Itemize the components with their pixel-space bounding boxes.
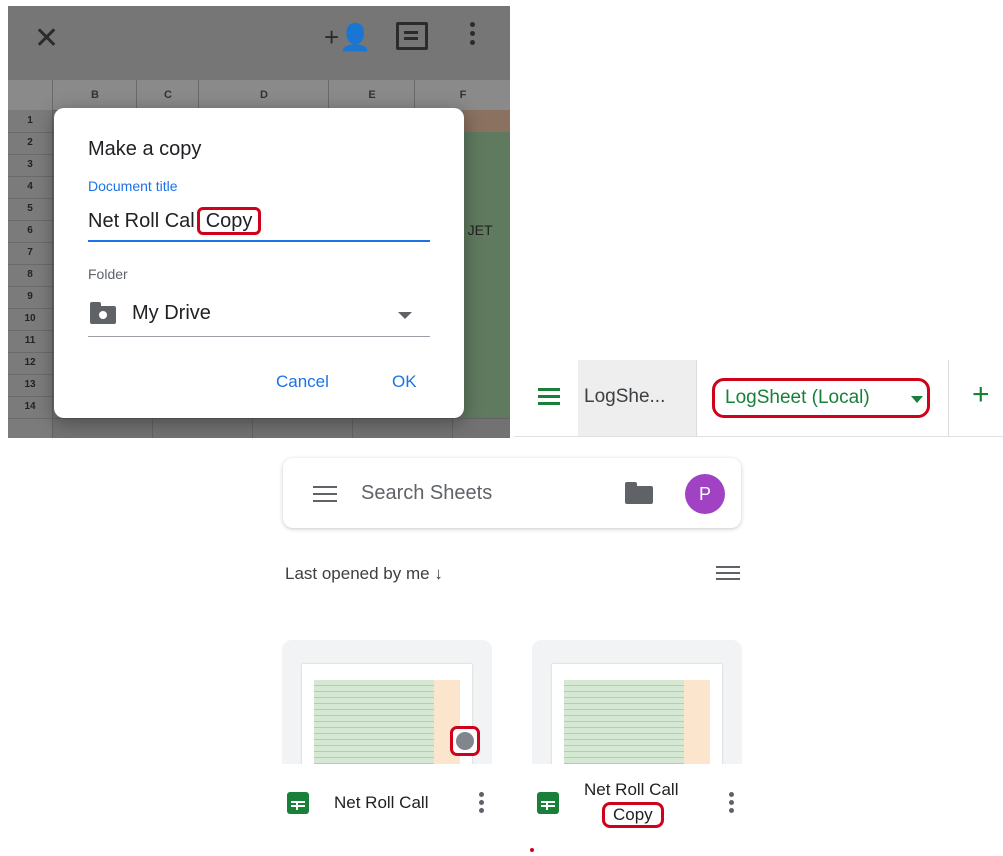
comment-icon[interactable] [396,22,428,50]
add-person-icon[interactable]: +👤 [324,24,372,50]
sheet-tab-label: LogShe... [584,386,666,407]
row-header: 4 [8,176,52,199]
document-title-label: Document title [88,178,178,194]
add-sheet-button[interactable]: + [972,380,990,410]
row-header: 11 [8,330,52,353]
column-header: B [52,80,137,110]
menu-icon[interactable] [313,486,337,507]
file-name[interactable]: Net Roll Call [334,793,428,813]
row-header: 12 [8,352,52,375]
folder-icon[interactable] [625,482,653,504]
divider [948,360,949,436]
sheet-tab-label: LogSheet (Local) [725,387,870,408]
sheet-tab-1[interactable]: LogShe... [578,360,697,436]
arrow-down-icon: ↓ [434,564,443,583]
title-text-highlighted: Copy [196,207,262,235]
close-icon[interactable]: ✕ [34,24,59,54]
list-view-icon[interactable] [716,566,740,584]
column-header: C [136,80,199,110]
thumbnail-fill [314,680,434,764]
dialog-title: Make a copy [88,138,202,160]
file-name-highlighted[interactable]: Copy [602,802,664,828]
sheets-file-icon [537,792,559,814]
title-text: Net Roll Cal [88,210,195,232]
column-header-row: B C D E F [8,80,510,111]
thumbnail-fill [564,680,684,764]
search-bar[interactable]: Search Sheets P [283,458,741,528]
thumbnail-fill [684,680,710,764]
annotation-dot [530,848,534,852]
ok-button[interactable]: OK [392,372,417,392]
row-header: 6 [8,220,52,243]
more-vert-icon[interactable] [479,792,484,816]
file-name[interactable]: Net Roll Call [584,780,678,800]
file-thumbnail[interactable] [532,640,742,764]
drive-folder-icon [90,302,116,324]
dropdown-arrow-icon [398,312,412,319]
column-header: E [328,80,415,110]
sort-selector[interactable]: Last opened by me ↓ [285,564,443,584]
sheet-tab-2-active[interactable]: LogSheet (Local) [712,378,930,418]
more-vert-icon[interactable] [729,792,734,816]
sheet-tabs-bar: LogShe... LogSheet (Local) + [514,360,1003,437]
row-header: 2 [8,132,52,155]
sort-label: Last opened by me [285,564,430,583]
sheets-file-icon [287,792,309,814]
column-header: F [414,80,510,110]
row-header: 9 [8,286,52,309]
search-input[interactable]: Search Sheets [361,482,492,505]
cancel-button[interactable]: Cancel [276,372,329,392]
folder-value: My Drive [132,302,211,324]
row-header: 10 [8,308,52,331]
row-header-column: 1 2 3 4 5 6 7 8 9 10 11 12 13 14 [8,110,52,438]
thumbnail-preview [302,664,472,764]
row-header: 13 [8,374,52,397]
more-vert-icon[interactable] [470,22,476,49]
avatar[interactable]: P [685,474,725,514]
document-title-input[interactable]: Net Roll Cal Copy [88,204,430,242]
make-copy-dialog: Make a copy Document title Net Roll Cal C… [54,108,464,418]
row-header: 1 [8,110,52,133]
thumbnail-preview [552,664,722,764]
all-sheets-menu-icon[interactable] [538,388,560,409]
row-header: 8 [8,264,52,287]
folder-label: Folder [88,266,128,282]
column-header: D [198,80,329,110]
file-thumbnail[interactable] [282,640,492,764]
make-copy-screen: ✕ +👤 B C D E F e JET 1 2 3 4 5 6 7 8 9 1… [8,6,510,438]
tab-dropdown-icon[interactable] [911,396,923,403]
row-header: 3 [8,154,52,177]
folder-select[interactable]: My Drive [88,294,430,337]
shared-people-icon [450,726,480,756]
row-header: 5 [8,198,52,221]
row-header: 14 [8,396,52,419]
row-header: 7 [8,242,52,265]
